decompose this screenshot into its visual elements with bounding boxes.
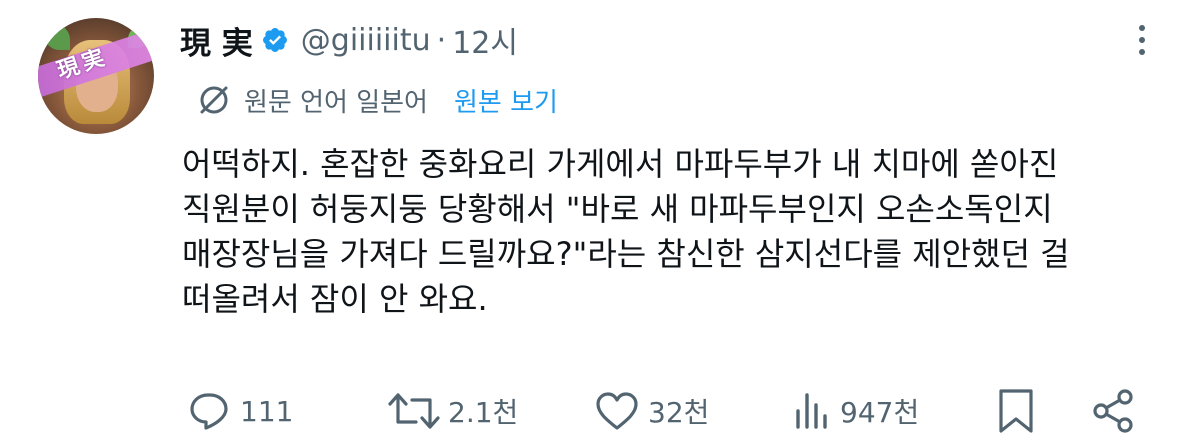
verified-badge-icon — [262, 28, 287, 52]
avatar[interactable]: 現実 — [38, 18, 154, 134]
avatar-leaf — [44, 24, 70, 50]
tweet-header: 現 実 @giiiiiitu · 12시 — [180, 16, 518, 64]
translate-icon — [200, 86, 228, 114]
tweet-text-line: 어떡하지. 혼잡한 중화요리 가게에서 마파두부가 내 치마에 쏟아진 — [182, 145, 1059, 183]
views-button[interactable]: 947천 — [792, 384, 919, 438]
views-icon — [796, 393, 827, 429]
bookmark-icon — [999, 389, 1033, 433]
author-handle[interactable]: @giiiiiitu — [301, 23, 431, 58]
author-name[interactable]: 現 実 — [180, 18, 253, 63]
action-bar: 111 2.1천 32천 947천 — [0, 384, 1200, 438]
reply-button[interactable]: 111 — [188, 384, 293, 438]
retweet-button[interactable]: 2.1천 — [388, 384, 518, 438]
reply-count: 111 — [240, 394, 294, 428]
view-original-link[interactable]: 원본 보기 — [454, 82, 558, 119]
translation-source-label: 원문 언어 일본어 — [244, 87, 428, 118]
more-icon[interactable] — [1134, 20, 1150, 60]
views-count: 947천 — [840, 396, 920, 429]
share-icon — [1093, 389, 1133, 433]
translation-bar: 원문 언어 일본어 원본 보기 — [196, 80, 558, 120]
bookmark-button[interactable] — [996, 384, 1036, 438]
tweet-timestamp[interactable]: 12시 — [452, 18, 518, 62]
share-button[interactable] — [1090, 384, 1136, 438]
retweet-count: 2.1천 — [448, 396, 519, 429]
reply-icon — [190, 393, 228, 430]
retweet-icon — [388, 393, 440, 429]
tweet-text-line: 매장장님을 가져다 드릴까요?"라는 참신한 삼지선다를 제안했던 걸 — [182, 235, 1070, 273]
like-icon — [596, 392, 638, 430]
tweet-body: 어떡하지. 혼잡한 중화요리 가게에서 마파두부가 내 치마에 쏟아진 직원분이… — [182, 142, 1172, 322]
tweet-text-line: 떠올려서 잠이 안 와요. — [182, 280, 488, 318]
tweet-text-line: 직원분이 허둥지둥 당황해서 "바로 새 마파두부인지 오손소독인지 — [182, 190, 1053, 228]
separator-dot: · — [436, 22, 447, 58]
like-count: 32천 — [648, 396, 710, 429]
like-button[interactable]: 32천 — [594, 384, 709, 438]
